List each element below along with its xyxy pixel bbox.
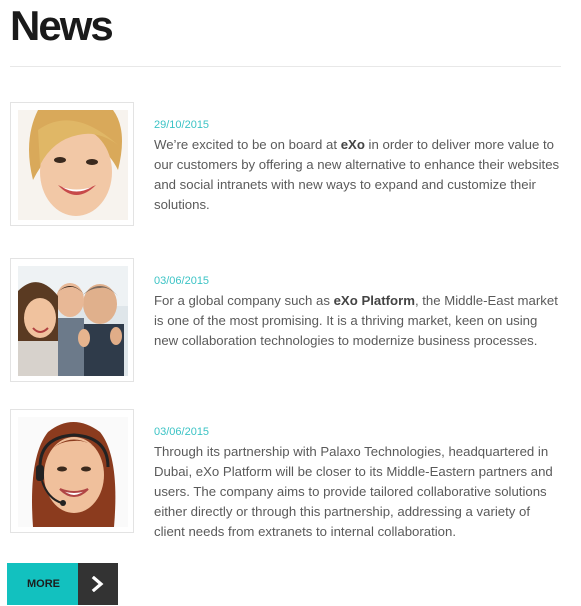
title-divider xyxy=(10,66,561,67)
chevron-right-icon[interactable] xyxy=(78,563,118,605)
news-highlight: eXo xyxy=(340,137,365,152)
news-thumbnail[interactable] xyxy=(10,409,134,533)
news-date: 03/06/2015 xyxy=(154,275,210,287)
more-button[interactable]: MORE xyxy=(7,563,118,605)
news-body: For a global company such as eXo Platfor… xyxy=(154,293,558,348)
news-date: 03/06/2015 xyxy=(154,426,210,438)
page-title: News xyxy=(10,2,114,49)
news-body: Through its partnership with Palaxo Tech… xyxy=(154,444,553,539)
more-button-label[interactable]: MORE xyxy=(7,563,78,605)
news-body: We’re excited to be on board at eXo in o… xyxy=(154,137,560,212)
news-thumbnail[interactable] xyxy=(10,258,134,382)
smiling-woman-image xyxy=(18,110,128,220)
business-team-image xyxy=(18,266,128,376)
news-highlight: eXo Platform xyxy=(333,293,415,308)
news-thumbnail[interactable] xyxy=(10,102,134,226)
support-agent-image xyxy=(18,417,128,527)
news-date: 29/10/2015 xyxy=(154,119,210,131)
